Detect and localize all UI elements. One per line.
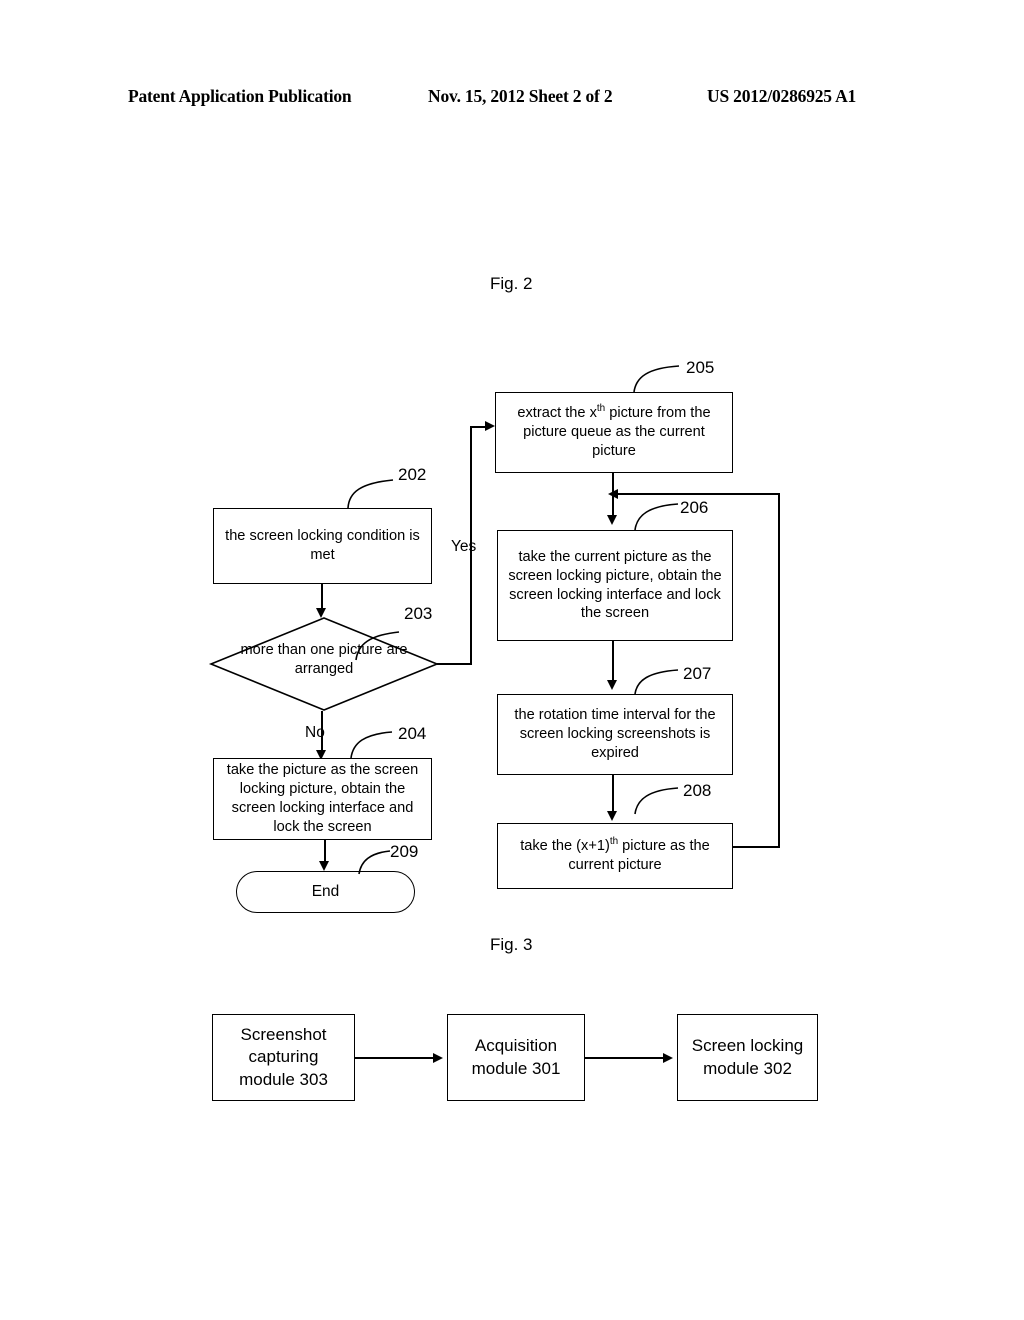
- flow-node-207-label: the rotation time interval for the scree…: [514, 707, 716, 761]
- module-box-acquisition: Acquisition module 301: [447, 1014, 585, 1101]
- flow-node-206: take the current picture as the screen l…: [497, 530, 733, 641]
- flow-node-202-label: the screen locking condition is met: [225, 528, 420, 563]
- module-box-screen-locking-label: Screen locking module 302: [691, 1036, 804, 1078]
- flow-node-202: the screen locking condition is met: [213, 508, 432, 584]
- flow-node-205: extract the xth picture from the picture…: [495, 392, 733, 473]
- connector-feedback-v: [778, 493, 780, 848]
- leader-line-209: [358, 850, 391, 875]
- figure-2-caption: Fig. 2: [490, 274, 533, 293]
- ref-numeral-208: 208: [683, 781, 712, 800]
- ref-numeral-206: 206: [680, 498, 709, 517]
- flow-node-209-end: End: [236, 871, 415, 913]
- connector-206-207: [612, 641, 614, 683]
- leader-line-202: [347, 479, 394, 509]
- branch-label-yes: Yes: [451, 538, 477, 555]
- flow-node-207: the rotation time interval for the scree…: [497, 694, 733, 775]
- arrowhead-204-209: [319, 861, 330, 871]
- arrowhead-303-301: [433, 1053, 443, 1063]
- module-box-screenshot-capturing-label: Screenshot capturing module 303: [239, 1024, 328, 1089]
- arrowhead-feedback-206: [608, 489, 618, 499]
- superscript-th-205: th: [596, 403, 606, 415]
- module-box-acquisition-label: Acquisition module 301: [471, 1036, 561, 1078]
- page-header: Patent Application Publication Nov. 15, …: [0, 86, 1024, 112]
- ref-numeral-203: 203: [404, 604, 433, 623]
- header-publication-label: Patent Application Publication: [128, 86, 352, 106]
- leader-line-207: [634, 669, 679, 695]
- leader-line-206: [634, 503, 679, 531]
- arrowhead-205-206: [607, 515, 618, 525]
- branch-label-no: No: [305, 724, 325, 741]
- superscript-th-208: th: [609, 836, 619, 848]
- ref-numeral-207: 207: [683, 664, 712, 683]
- flow-node-208: take the (x+1)th picture as the current …: [497, 823, 733, 889]
- module-box-screenshot-capturing: Screenshot capturing module 303: [212, 1014, 355, 1101]
- figure-3-caption: Fig. 3: [490, 935, 533, 954]
- flow-node-203-label: more than one picture are arranged: [240, 642, 408, 677]
- leader-line-204: [350, 731, 393, 759]
- flow-node-206-label: take the current picture as the screen l…: [508, 548, 722, 622]
- ref-numeral-202: 202: [398, 465, 427, 484]
- connector-301-302: [585, 1057, 665, 1059]
- connector-207-208: [612, 775, 614, 815]
- ref-numeral-204: 204: [398, 724, 427, 743]
- arrowhead-207-208: [607, 811, 618, 821]
- module-box-screen-locking: Screen locking module 302: [677, 1014, 818, 1101]
- connector-303-301: [355, 1057, 435, 1059]
- flow-node-205-label: extract the xth picture from the picture…: [517, 403, 711, 459]
- ref-numeral-205: 205: [686, 358, 715, 377]
- flow-node-203: more than one picture are arranged: [208, 617, 440, 711]
- connector-feedback-h-bottom: [733, 846, 780, 848]
- flow-node-204: take the picture as the screen locking p…: [213, 758, 432, 840]
- arrowhead-206-207: [607, 680, 618, 690]
- header-patent-number: US 2012/0286925 A1: [707, 86, 857, 106]
- arrowhead-yes-205: [485, 421, 495, 432]
- header-date-sheet-label: Nov. 15, 2012 Sheet 2 of 2: [428, 86, 613, 106]
- connector-feedback-h-top: [618, 493, 780, 495]
- flow-node-204-label: take the picture as the screen locking p…: [226, 762, 419, 835]
- leader-line-205: [633, 365, 680, 393]
- flow-node-208-label: take the (x+1)th picture as the current …: [520, 836, 710, 873]
- leader-line-208: [634, 787, 679, 815]
- ref-numeral-209: 209: [390, 842, 419, 861]
- connector-203-yes-h1: [437, 663, 472, 665]
- flow-node-209-label: End: [311, 882, 340, 900]
- arrowhead-301-302: [663, 1053, 673, 1063]
- leader-line-203: [355, 631, 400, 661]
